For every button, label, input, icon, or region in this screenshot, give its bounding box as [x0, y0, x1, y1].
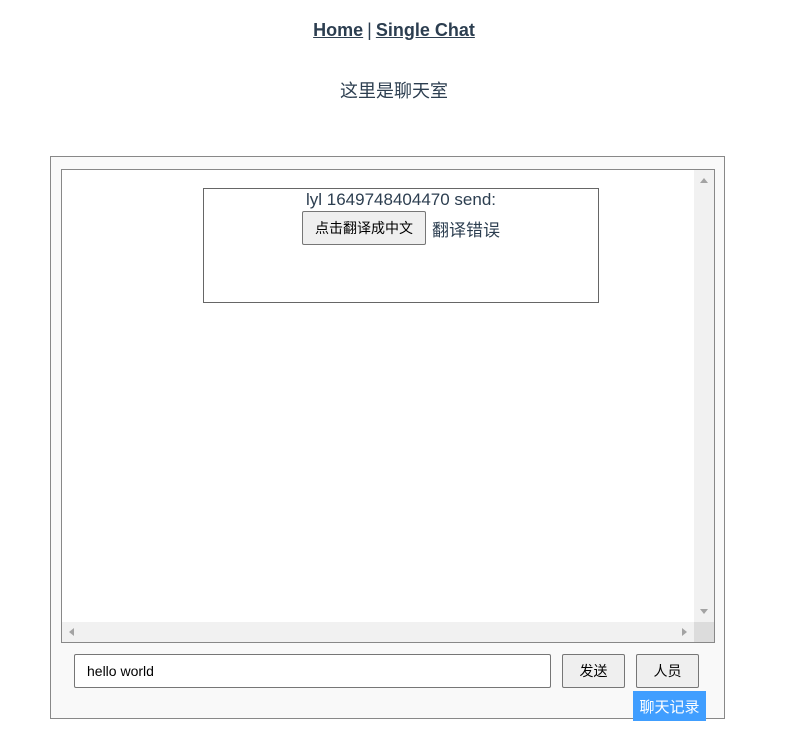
members-button[interactable]: 人员 [636, 654, 699, 688]
message-input[interactable] [74, 654, 551, 688]
horizontal-scrollbar[interactable] [62, 622, 694, 642]
nav-separator: | [367, 20, 372, 40]
single-chat-link[interactable]: Single Chat [376, 20, 475, 40]
translation-result: 翻译错误 [432, 220, 500, 241]
message-item: lyl 1649748404470 send: 点击翻译成中文 翻译错误 [203, 188, 599, 303]
translate-button[interactable]: 点击翻译成中文 [302, 211, 426, 245]
scrollbar-corner [694, 622, 714, 642]
home-link[interactable]: Home [313, 20, 363, 40]
chat-panel: lyl 1649748404470 send: 点击翻译成中文 翻译错误 发送 … [50, 156, 725, 721]
scroll-left-arrow-icon[interactable] [69, 628, 74, 636]
scroll-up-arrow-icon[interactable] [700, 178, 708, 183]
scroll-down-arrow-icon[interactable] [700, 609, 708, 614]
room-title: 这里是聊天室 [340, 81, 448, 102]
scroll-right-arrow-icon[interactable] [682, 628, 687, 636]
message-header: lyl 1649748404470 send: [306, 190, 496, 209]
chat-history-button[interactable]: 聊天记录 [633, 691, 706, 721]
vertical-scrollbar[interactable] [694, 170, 714, 622]
message-body: 点击翻译成中文 翻译错误 [204, 211, 598, 245]
top-nav: Home | Single Chat [0, 20, 788, 41]
send-button[interactable]: 发送 [562, 654, 625, 688]
message-list[interactable]: lyl 1649748404470 send: 点击翻译成中文 翻译错误 [61, 169, 715, 643]
